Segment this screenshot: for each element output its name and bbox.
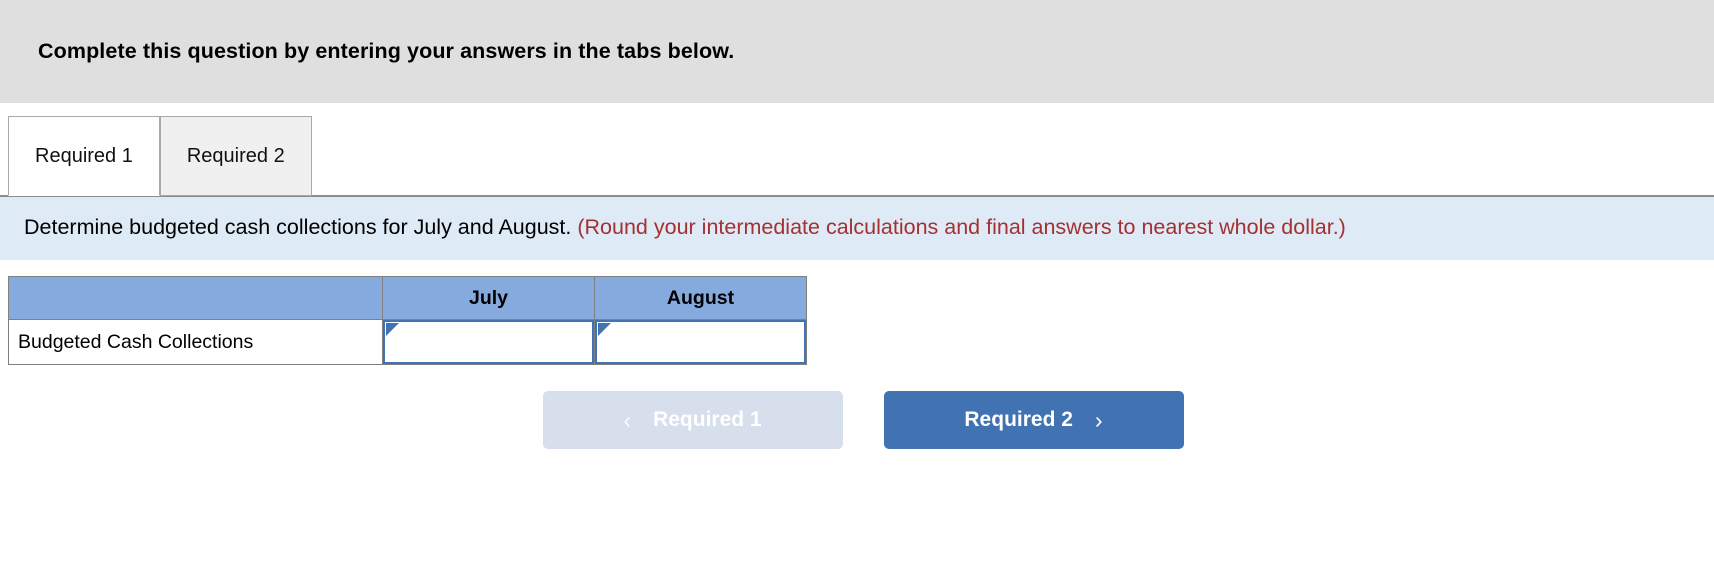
previous-button-label: Required 1	[653, 408, 762, 432]
column-header-july: July	[382, 276, 595, 321]
answer-table-head: July August	[8, 276, 807, 321]
column-header-august: August	[594, 276, 807, 321]
table-header-row: July August	[8, 276, 807, 321]
chevron-left-icon: ‹	[623, 406, 632, 433]
input-july[interactable]	[383, 320, 594, 365]
cell-marker-icon	[386, 323, 399, 337]
input-august[interactable]	[595, 320, 806, 365]
next-button-label: Required 2	[964, 408, 1073, 432]
tab-required-2-label: Required 2	[186, 144, 285, 167]
answer-table-body: Budgeted Cash Collections	[8, 319, 807, 366]
row-label-budgeted-cash-collections: Budgeted Cash Collections	[8, 319, 383, 366]
tab-strip: Required 1 Required 2	[0, 103, 1714, 196]
banner-title: Complete this question by entering your …	[38, 39, 735, 63]
instruction-main-text: Determine budgeted cash collections for …	[24, 215, 572, 239]
tab-list: Required 1 Required 2	[8, 116, 312, 196]
answer-table: July August Budgeted Cash Collections	[8, 276, 807, 366]
next-required-2-button[interactable]: Required 2 ›	[883, 391, 1184, 450]
navigation-buttons: ‹ Required 1 Required 2 ›	[0, 391, 1714, 450]
column-header-blank	[8, 276, 383, 321]
instruction-panel: Determine budgeted cash collections for …	[0, 195, 1714, 261]
chevron-right-icon: ›	[1094, 406, 1103, 433]
answer-table-wrapper: July August Budgeted Cash Collections	[0, 260, 1714, 366]
cell-july	[382, 319, 595, 366]
instruction-banner: Complete this question by entering your …	[0, 0, 1714, 103]
instruction-rounding-note: (Round your intermediate calculations an…	[577, 215, 1346, 239]
tab-required-1[interactable]: Required 1	[8, 116, 160, 196]
cell-marker-icon	[598, 323, 611, 337]
tab-required-1-label: Required 1	[35, 144, 133, 167]
cell-august	[594, 319, 807, 366]
tab-required-2[interactable]: Required 2	[159, 116, 312, 196]
previous-required-1-button[interactable]: ‹ Required 1	[542, 391, 843, 450]
table-row: Budgeted Cash Collections	[8, 319, 807, 366]
